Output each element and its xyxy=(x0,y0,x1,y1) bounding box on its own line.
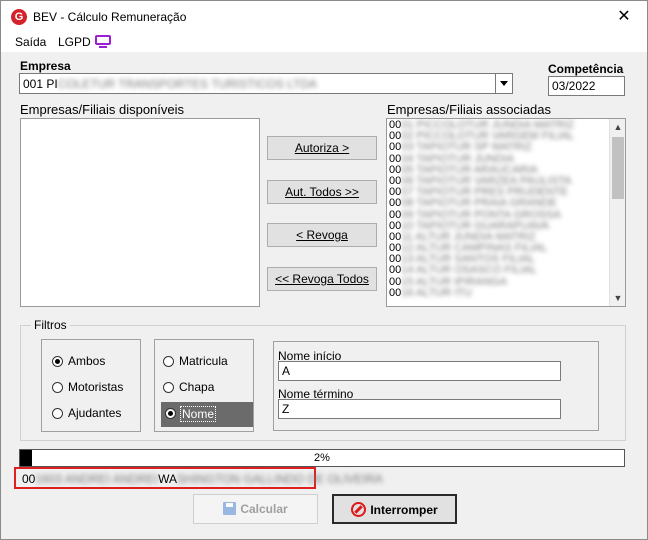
associada-name-redacted: 04 TAPIOTUR JUNDIA xyxy=(401,152,514,165)
status-prefix: 00 xyxy=(22,472,36,486)
competencia-field[interactable]: 03/2022 xyxy=(548,76,625,96)
associada-code: 00 xyxy=(389,163,402,176)
radio-motoristas[interactable]: Motoristas xyxy=(52,378,132,398)
associada-code: 00 xyxy=(389,208,402,221)
nome-range-panel: Nome início A Nome término Z xyxy=(273,341,599,431)
menu-bar: Saída LGPD xyxy=(1,32,647,52)
radio-ambos[interactable]: Ambos xyxy=(52,352,132,372)
competencia-label: Competência xyxy=(548,62,624,76)
stop-icon xyxy=(351,502,367,517)
associadas-scrollbar[interactable]: ▲ ▼ xyxy=(609,119,625,306)
window-title: BEV - Cálculo Remuneração xyxy=(33,10,187,24)
associada-code: 00 xyxy=(389,286,402,299)
disponiveis-label: Empresas/Filiais disponíveis xyxy=(20,102,185,117)
tipo-radio-group: Ambos Motoristas Ajudantes xyxy=(41,339,141,432)
scroll-up-icon[interactable]: ▲ xyxy=(610,119,625,135)
associada-list-item[interactable]: 0008 TAPIOTUR PRAIA GRANDE xyxy=(387,198,609,209)
associadas-listbox[interactable]: 0001 PICCOLOTUR JUNDIA MATRIZ 0002 PICCOL… xyxy=(386,118,626,307)
monitor-icon[interactable] xyxy=(95,35,111,48)
revoga-todos-button[interactable]: << Revoga Todos xyxy=(267,267,377,291)
interromper-button[interactable]: Interromper xyxy=(332,494,457,524)
close-button[interactable]: ✕ xyxy=(601,1,647,32)
associada-code: 00 xyxy=(389,141,402,154)
associada-list-item[interactable]: 0009 TAPIOTUR PONTA GROSSA xyxy=(387,208,609,221)
associada-name-redacted: 05 TAPIOTUR ARAUCARIA xyxy=(401,163,538,176)
associada-list-item[interactable]: 0016 ALTUR ITU xyxy=(387,286,609,299)
associada-code: 00 xyxy=(389,130,402,143)
associada-list-item[interactable]: 0003 TAPIOTUR SP MATRIZ xyxy=(387,142,609,153)
associada-name-redacted: 16 ALTUR ITU xyxy=(401,286,472,299)
associada-name-redacted: 03 TAPIOTUR SP MATRIZ xyxy=(401,141,532,154)
app-logo-icon: G xyxy=(11,9,27,25)
autoriza-button[interactable]: Autoriza > xyxy=(267,136,377,160)
calc-remuneracao-window: G BEV - Cálculo Remuneração ✕ Saída LGPD… xyxy=(0,0,648,540)
filtros-title: Filtros xyxy=(31,318,70,332)
revoga-button[interactable]: < Revoga xyxy=(267,223,377,247)
associada-code: 00 xyxy=(389,197,402,210)
disponiveis-listbox[interactable] xyxy=(20,118,260,307)
progress-bar: 2% xyxy=(19,449,625,467)
status-redacted-2: SHINGTON GALLINDO DE OLIVEIRA xyxy=(176,472,383,486)
chevron-down-icon[interactable] xyxy=(495,74,512,93)
title-bar: G BEV - Cálculo Remuneração ✕ xyxy=(1,1,647,32)
menu-lgpd[interactable]: LGPD xyxy=(58,35,91,49)
associada-code: 00 xyxy=(389,264,402,277)
associadas-label: Empresas/Filiais associadas xyxy=(387,102,552,117)
nome-termino-field[interactable]: Z xyxy=(278,399,561,419)
empresa-value-prefix: 001 PI xyxy=(23,77,58,91)
ordem-radio-group: Matricula Chapa Nome xyxy=(154,339,254,432)
associada-code: 00 xyxy=(389,174,402,187)
radio-ajudantes[interactable]: Ajudantes xyxy=(52,404,132,424)
associada-name-redacted: 14 ALTUR OSASCO FILIAL xyxy=(401,264,537,277)
associada-name-redacted: 15 ALTUR IPIRANGA xyxy=(401,275,507,288)
associada-list-item[interactable]: 0014 ALTUR OSASCO FILIAL xyxy=(387,265,609,276)
scroll-down-icon[interactable]: ▼ xyxy=(610,290,625,306)
associada-name-redacted: 09 TAPIOTUR PONTA GROSSA xyxy=(401,208,561,221)
associada-code: 00 xyxy=(389,219,402,232)
associada-name-redacted: 10 TAPIOTUR GUARAPUAVA xyxy=(401,219,549,232)
associada-code: 00 xyxy=(389,119,402,131)
empresa-combobox[interactable]: 001 PICOLETUR TRANSPORTES TURISTICOS LTD… xyxy=(19,73,513,94)
associada-name-redacted: 08 TAPIOTUR PRAIA GRANDE xyxy=(401,197,557,210)
empresa-label: Empresa xyxy=(20,59,71,73)
status-redacted-1: 1603 ANDREI ANDREI xyxy=(35,472,159,486)
status-visible: WA xyxy=(158,472,177,486)
progress-percent: 2% xyxy=(314,452,330,464)
associada-code: 00 xyxy=(389,242,402,255)
radio-nome[interactable]: Nome xyxy=(161,402,253,427)
empresa-value-redacted: COLETUR TRANSPORTES TURISTICOS LTDA xyxy=(57,77,317,91)
autorizar-todos-button[interactable]: Aut. Todos >> xyxy=(267,180,377,204)
radio-chapa[interactable]: Chapa xyxy=(163,378,243,398)
menu-saida[interactable]: Saída xyxy=(15,35,46,49)
associada-code: 00 xyxy=(389,253,402,266)
calcular-button[interactable]: Calcular xyxy=(193,494,318,524)
associada-code: 00 xyxy=(389,152,402,165)
floppy-disk-icon xyxy=(223,502,237,515)
associada-code: 00 xyxy=(389,230,402,243)
radio-matricula[interactable]: Matricula xyxy=(163,352,243,372)
nome-inicio-field[interactable]: A xyxy=(278,361,561,381)
associada-code: 00 xyxy=(389,275,402,288)
associada-code: 00 xyxy=(389,186,402,199)
scroll-thumb[interactable] xyxy=(612,137,624,199)
current-employee-status: 001603 ANDREI ANDREIWASHINGTON GALLINDO … xyxy=(14,467,383,489)
